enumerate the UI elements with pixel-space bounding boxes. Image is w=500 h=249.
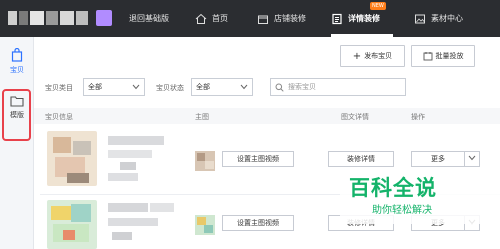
highlight-box (2, 89, 31, 141)
table-header (34, 108, 500, 124)
search-placeholder: 搜索宝贝 (288, 83, 316, 91)
publish-product-label: 发布宝贝 (364, 52, 393, 60)
status-filter-label: 宝贝状态 (156, 84, 184, 92)
main-image-thumbnail[interactable] (195, 215, 215, 235)
set-main-video-label: 设置主图视频 (237, 219, 279, 227)
batch-icon (423, 52, 432, 61)
watermark: 百科全说 助你轻松解决 (340, 172, 500, 232)
shop-icon (258, 15, 268, 24)
batch-deploy-button[interactable]: 批量投放 (411, 45, 475, 67)
edit-detail-button[interactable]: 装修详情 (328, 151, 394, 167)
search-input[interactable]: 搜索宝贝 (270, 78, 406, 96)
main-image-thumbnail[interactable] (195, 151, 215, 171)
nav-home[interactable]: 首页 (195, 0, 228, 37)
new-badge: NEW (370, 2, 386, 10)
back-to-basic-label: 退回基础版 (129, 14, 169, 23)
more-dropdown[interactable]: 更多 (411, 151, 480, 167)
product-thumbnail[interactable] (47, 200, 97, 249)
nav-material-center[interactable]: 素材中心 (414, 0, 463, 37)
top-bar: 退回基础版 首页 店铺装修 详情装修 NEW 素材中心 (0, 0, 500, 37)
sidebar-item-products[interactable]: 宝贝 (0, 48, 34, 75)
nav-shop-decoration[interactable]: 店铺装修 (257, 0, 306, 37)
chevron-down-icon (468, 155, 476, 161)
search-icon (275, 83, 284, 92)
category-filter-label: 宝贝类目 (45, 84, 73, 92)
back-to-basic-link[interactable]: 退回基础版 (129, 0, 169, 37)
active-tab-indicator (331, 34, 393, 37)
nav-shop-label: 店铺装修 (274, 14, 306, 23)
watermark-title: 百科全说 (349, 176, 437, 200)
column-header-detail: 图文详情 (341, 113, 369, 121)
image-icon (415, 14, 425, 23)
category-select[interactable]: 全部 (83, 78, 145, 96)
nav-material-label: 素材中心 (431, 14, 463, 23)
status-select[interactable]: 全部 (191, 78, 253, 96)
bag-icon (11, 48, 23, 62)
chevron-down-icon (240, 84, 248, 90)
home-icon (195, 13, 207, 24)
watermark-subtitle: 助你轻松解决 (372, 205, 432, 216)
edit-detail-label: 装修详情 (347, 155, 375, 163)
nav-detail-label: 详情装修 (348, 14, 380, 23)
batch-deploy-label: 批量投放 (435, 52, 464, 60)
detail-icon (332, 13, 342, 24)
chevron-down-icon (132, 84, 140, 90)
column-header-main-image: 主图 (195, 113, 209, 121)
set-main-video-button[interactable]: 设置主图视频 (222, 215, 294, 231)
set-main-video-button[interactable]: 设置主图视频 (222, 151, 294, 167)
plus-icon: + (352, 50, 362, 62)
sidebar-item-products-label: 宝贝 (10, 66, 24, 74)
product-thumbnail[interactable] (47, 131, 97, 186)
category-select-value: 全部 (88, 83, 102, 91)
sidebar: 宝贝 模版 (0, 37, 34, 249)
column-header-actions: 操作 (411, 113, 425, 121)
more-label: 更多 (431, 155, 445, 163)
publish-product-button[interactable]: + 发布宝贝 (340, 45, 405, 67)
brand-logo[interactable] (8, 9, 113, 27)
set-main-video-label: 设置主图视频 (237, 155, 279, 163)
column-header-product-info: 宝贝信息 (45, 113, 73, 121)
status-select-value: 全部 (196, 83, 210, 91)
nav-home-label: 首页 (212, 14, 228, 23)
